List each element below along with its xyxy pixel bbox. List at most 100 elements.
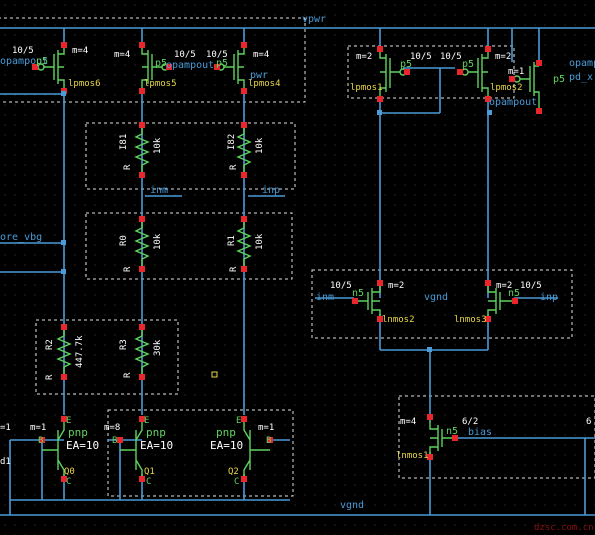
net-opamp-right: opamp <box>569 58 595 69</box>
lnmos3-w: 10/5 <box>520 281 542 291</box>
schematic-canvas: vpwr opampout opampout opampout pwr opam… <box>0 0 595 535</box>
lpmos1-name: lpmos1 <box>350 83 383 93</box>
schematic-svg: vpwr opampout opampout opampout pwr opam… <box>0 14 595 533</box>
lpmos5-bulk: p5 <box>155 58 167 69</box>
q2-pin-c: C <box>234 477 239 487</box>
pmos-lpmos2 <box>461 50 489 98</box>
q0-m: m=1 <box>30 423 46 433</box>
q2-pin-e: E <box>236 416 241 426</box>
lnmos1-name: lnmos1 <box>396 451 429 461</box>
r0-name: R0 <box>119 235 129 246</box>
i82-pin: R <box>229 164 239 170</box>
resistor-r3 <box>134 330 150 374</box>
r0-pin: R <box>123 266 133 272</box>
i81-pin: R <box>123 164 133 170</box>
lpmos4-name: lpmos4 <box>248 79 281 89</box>
lpmos6-m: m=4 <box>72 46 88 56</box>
lnmos1-w: 6/2 <box>462 417 478 427</box>
left-m-label: =1 <box>0 423 11 433</box>
lpmos6-bulk: p5 <box>36 56 48 67</box>
lpmos1-m: m=2 <box>356 52 372 62</box>
r3-value: 30k <box>153 339 163 356</box>
i81-value: 10k <box>153 137 163 154</box>
q1-pin-e: E <box>144 416 149 426</box>
watermark: dzsc.com.cn <box>534 523 594 533</box>
q2-name: Q2 <box>228 467 239 477</box>
resistor-r1 <box>236 222 252 266</box>
q0-name: Q0 <box>64 467 75 477</box>
net-vpwr: vpwr <box>302 14 326 25</box>
lnmos2-name: lnmos2 <box>382 315 415 325</box>
pmos-w-top-mid: 10/5 <box>174 50 196 60</box>
net-inp-right: inp <box>540 292 558 303</box>
lpmos5-name: lpmos5 <box>144 79 177 89</box>
q0-pin-c: C <box>66 477 71 487</box>
q0-pin-b: B <box>38 436 43 446</box>
net-inp: inp <box>262 185 280 196</box>
q2-area: EA=10 <box>210 439 243 452</box>
lpmos2-name: lpmos2 <box>490 83 523 93</box>
r1-pin: R <box>229 266 239 272</box>
resistor-i81 <box>134 128 150 172</box>
q2-m: m=1 <box>258 423 274 433</box>
r2-value: 447.7k <box>75 335 85 368</box>
lpmos2-bulk: p5 <box>462 59 474 70</box>
net-ore-vbg: ore_vbg <box>0 232 42 243</box>
pmos-lpmos1 <box>379 50 407 98</box>
net-inm-right: inm <box>316 292 334 303</box>
lpmos4-bulk: p5 <box>216 58 228 69</box>
resistor-r2-r3-box <box>35 319 179 395</box>
q0-area: EA=10 <box>66 439 99 452</box>
q0-type: pnp <box>68 426 88 439</box>
lpmos1-w: 10/5 <box>410 52 432 62</box>
net-vgnd-bottom: vgnd <box>340 500 364 511</box>
pmos-right-bulk: p5 <box>553 74 565 85</box>
lpmos2-m: m=2 <box>495 52 511 62</box>
q0-pin-e: E <box>66 416 71 426</box>
lpmos6-name: lpmos6 <box>68 79 101 89</box>
lpmos4-m: m=4 <box>253 50 269 60</box>
right-6-label: 6 <box>586 417 591 427</box>
q1-area: EA=10 <box>140 439 173 452</box>
lnmos3-bulk: n5 <box>508 288 520 299</box>
i81-name: I81 <box>119 134 129 150</box>
i82-name: I82 <box>227 134 237 150</box>
lnmos1-m: m=4 <box>400 417 416 427</box>
q1-pin-b: B <box>112 436 117 446</box>
lnmos1-bulk: n5 <box>446 426 458 437</box>
lpmos2-w: 10/5 <box>440 52 462 62</box>
resistor-i82 <box>236 128 252 172</box>
net-bias: bias <box>468 427 492 438</box>
left-d-label: d1 <box>0 457 11 467</box>
lpmos1-bulk: p5 <box>400 59 412 70</box>
q1-type: pnp <box>146 426 166 439</box>
q1-pin-c: C <box>146 477 151 487</box>
lnmos2-bulk: n5 <box>352 288 364 299</box>
lnmos2-m: m=2 <box>388 281 404 291</box>
q2-pin-b: B <box>266 436 271 446</box>
net-vgnd-top: vgnd <box>424 292 448 303</box>
resistor-r0 <box>134 222 150 266</box>
i82-value: 10k <box>255 137 265 154</box>
net-opampout-right: opampout <box>489 97 537 108</box>
r2-pin: R <box>45 374 55 380</box>
lnmos2-w: 10/5 <box>330 281 352 291</box>
net-pd-x: pd_x <box>569 72 593 83</box>
net-inm: inm <box>150 185 168 196</box>
r3-name: R3 <box>119 339 129 350</box>
lpmos6-w: 10/5 <box>12 46 34 56</box>
nmos-tail-box <box>398 395 595 479</box>
r1-value: 10k <box>255 233 265 250</box>
resistor-r2 <box>56 330 72 374</box>
q1-m: m=8 <box>104 423 120 433</box>
net-opampout-mid: opampout <box>166 60 214 71</box>
r1-name: R1 <box>227 235 237 246</box>
pmos-right-m: m=1 <box>508 67 524 77</box>
lpmos5-m: m=4 <box>114 50 130 60</box>
bjt-q1 <box>120 420 143 478</box>
lnmos3-name: lnmos3 <box>454 315 487 325</box>
r3-pin: R <box>123 372 133 378</box>
q1-name: Q1 <box>144 467 155 477</box>
resistor-i81-i82-box <box>85 122 296 190</box>
r2-name: R2 <box>45 339 55 350</box>
